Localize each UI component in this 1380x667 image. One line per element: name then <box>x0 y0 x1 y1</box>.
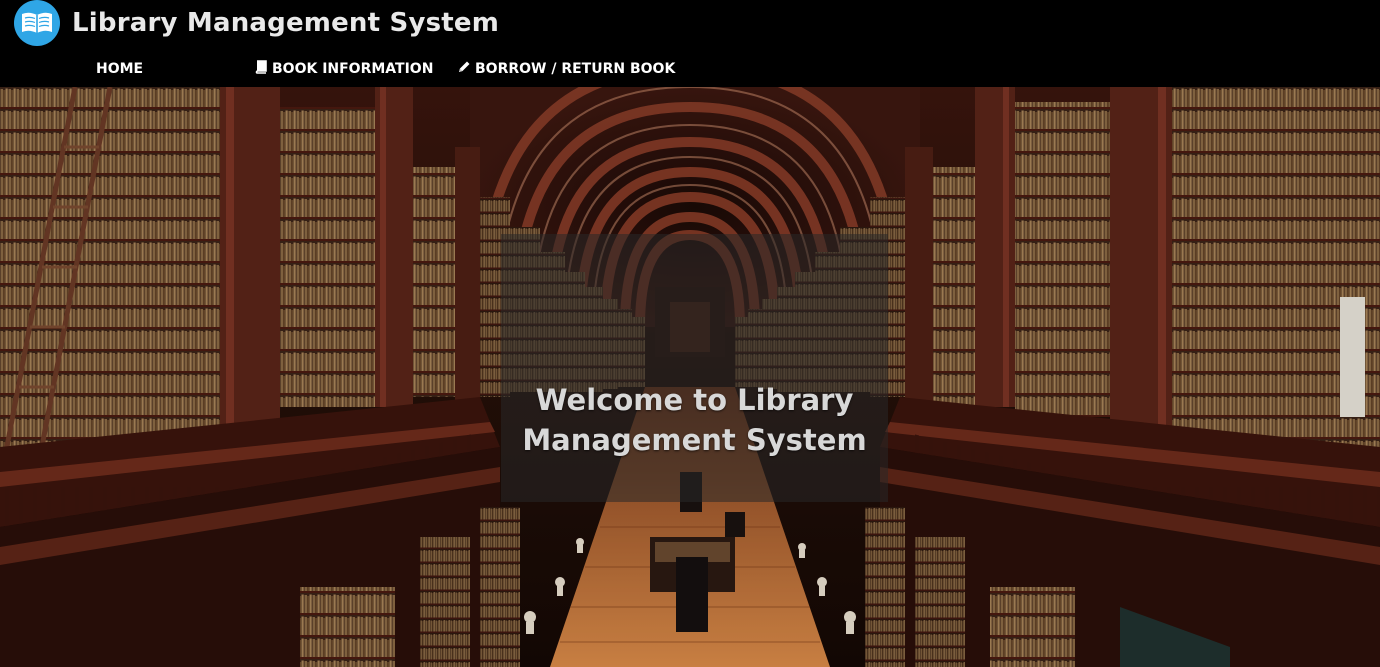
nav-book-information-label: BOOK INFORMATION <box>272 61 434 77</box>
open-book-icon <box>14 0 60 46</box>
brand[interactable]: Library Management System <box>14 0 499 46</box>
welcome-heading: Welcome to Library Management System <box>501 380 888 460</box>
main-nav: HOME BOOK INFORMATION BORROW / RETURN BO… <box>0 54 1380 84</box>
welcome-line-1: Welcome to Library <box>535 383 854 417</box>
nav-borrow-return-label: BORROW / RETURN BOOK <box>475 61 676 77</box>
page: Library Management System HOME BOOK INFO… <box>0 0 1380 667</box>
hero-banner: Welcome to Library Management System <box>0 87 1380 667</box>
app-title: Library Management System <box>72 8 500 38</box>
nav-home[interactable]: HOME <box>96 54 143 84</box>
nav-book-information[interactable]: BOOK INFORMATION <box>255 54 433 84</box>
header-bar: Library Management System HOME BOOK INFO… <box>0 0 1380 87</box>
pencil-icon <box>457 60 475 78</box>
welcome-line-2: Management System <box>522 423 867 457</box>
nav-home-label: HOME <box>96 61 144 77</box>
book-icon <box>255 60 272 78</box>
nav-borrow-return[interactable]: BORROW / RETURN BOOK <box>457 54 675 84</box>
welcome-overlay <box>501 234 888 502</box>
